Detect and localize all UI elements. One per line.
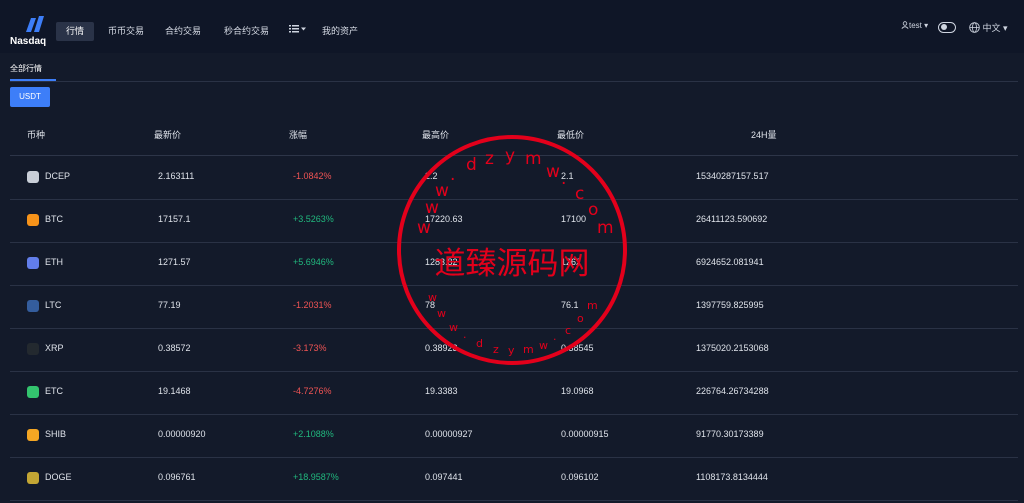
- nav-contract-trading[interactable]: 合约交易: [165, 22, 201, 41]
- cell-coin: ETH: [45, 257, 63, 267]
- table-row[interactable]: XRP 0.38572 -3.173% 0.38923 0.38545 1375020.2…: [10, 328, 1018, 372]
- tab-all-markets[interactable]: 全部行情: [10, 63, 42, 74]
- table-row[interactable]: SHIB 0.00000920 +2.1088% 0.00000927 0.000009…: [10, 414, 1018, 458]
- cell-coin: LTC: [45, 300, 62, 310]
- column-header-coin[interactable]: 币种: [27, 128, 45, 141]
- coin-xrp-icon: [27, 343, 39, 355]
- chevron-down-icon: ▾: [924, 21, 929, 30]
- cell-coin: ETC: [45, 386, 63, 396]
- cell-low: 0.096102: [561, 472, 599, 482]
- cell-high: 0.00000927: [425, 429, 473, 439]
- username: test: [909, 21, 922, 30]
- cell-change: -4.7276%: [293, 386, 332, 396]
- tab-divider: [10, 81, 1018, 82]
- language-label: 中文: [982, 23, 1001, 33]
- list-menu-icon: [289, 25, 306, 33]
- chevron-down-icon: ▾: [1003, 23, 1008, 33]
- user-icon: [901, 21, 909, 29]
- cell-low: 2.1: [561, 171, 574, 181]
- nav-my-assets[interactable]: 我的资产: [322, 22, 358, 41]
- table-row[interactable]: LTC 77.19 -1.2031% 78 76.1 1397759.825995: [10, 285, 1018, 329]
- coin-etc-icon: [27, 386, 39, 398]
- cell-volume: 1375020.2153068: [696, 343, 769, 353]
- cell-coin: DOGE: [45, 472, 72, 482]
- coin-ltc-icon: [27, 300, 39, 312]
- cell-high: 0.097441: [425, 472, 463, 482]
- cell-price: 1271.57: [158, 257, 191, 267]
- cell-price: 0.096761: [158, 472, 196, 482]
- cell-coin: SHIB: [45, 429, 67, 439]
- table-row[interactable]: BTC 17157.1 +3.5263% 17220.63 17100 26411123.…: [10, 199, 1018, 243]
- column-header-change[interactable]: 涨幅: [289, 128, 307, 141]
- cell-high: 2.2: [425, 171, 438, 181]
- cell-volume: 26411123.590692: [696, 214, 768, 224]
- usdt-filter-button[interactable]: USDT: [10, 87, 50, 107]
- cell-coin: XRP: [45, 343, 64, 353]
- column-header-volume[interactable]: 24H量: [751, 128, 777, 141]
- column-header-price[interactable]: 最新价: [154, 128, 181, 141]
- coin-dcep-icon: [27, 171, 39, 183]
- nav-market[interactable]: 行情: [56, 22, 95, 41]
- cell-change: +2.1088%: [293, 429, 334, 439]
- cell-volume: 15340287157.517: [696, 171, 769, 181]
- cell-change: -1.0842%: [293, 171, 332, 181]
- cell-high: 19.3383: [425, 386, 458, 396]
- cell-low: 1262: [561, 257, 582, 267]
- cell-change: +3.5263%: [293, 214, 334, 224]
- logo-text: Nasdaq: [10, 36, 47, 47]
- cell-low: 19.0968: [561, 386, 594, 396]
- brand-logo[interactable]: Nasdaq: [10, 14, 54, 47]
- cell-high: 17220.63: [425, 214, 463, 224]
- cell-price: 19.1468: [158, 386, 191, 396]
- cell-price: 77.19: [158, 300, 181, 310]
- cell-low: 0.38545: [561, 343, 594, 353]
- cell-price: 0.00000920: [158, 429, 206, 439]
- table-row[interactable]: ETC 19.1468 -4.7276% 19.3383 19.0968 226764.2…: [10, 371, 1018, 415]
- table-row[interactable]: ETH 1271.57 +5.6946% 1283.82 1262 6924652.081…: [10, 242, 1018, 286]
- table-row[interactable]: DCEP 2.163111 -1.0842% 2.2 2.1 15340287157.51…: [10, 156, 1018, 200]
- user-menu[interactable]: test ▾: [901, 21, 928, 30]
- column-header-low[interactable]: 最低价: [557, 128, 584, 141]
- cell-coin: BTC: [45, 214, 63, 224]
- cell-low: 17100: [561, 214, 587, 224]
- toggle-knob: [941, 24, 947, 30]
- cell-high: 78: [425, 300, 436, 310]
- column-header-high[interactable]: 最高价: [422, 128, 449, 141]
- coin-eth-icon: [27, 257, 39, 269]
- cell-low: 76.1: [561, 300, 579, 310]
- theme-toggle[interactable]: [938, 22, 956, 33]
- nasdaq-logo-icon: [26, 16, 44, 32]
- cell-price: 17157.1: [158, 214, 191, 224]
- cell-high: 0.38923: [425, 343, 458, 353]
- cell-coin: DCEP: [45, 171, 71, 181]
- cell-change: -1.2031%: [293, 300, 332, 310]
- cell-volume: 91770.30173389: [696, 429, 764, 439]
- cell-low: 0.00000915: [561, 429, 609, 439]
- cell-change: -3.173%: [293, 343, 327, 353]
- nav-spot-trading[interactable]: 币币交易: [108, 22, 144, 41]
- coin-shib-icon: [27, 429, 39, 441]
- coin-doge-icon: [27, 472, 39, 484]
- cell-volume: 226764.26734288: [696, 386, 769, 396]
- top-navbar: Nasdaq 行情 币币交易 合约交易 秒合约交易 我的资产 test ▾ 中文…: [0, 0, 1024, 53]
- coin-btc-icon: [27, 214, 39, 226]
- globe-icon: [969, 22, 980, 33]
- language-selector[interactable]: 中文 ▾: [969, 21, 1008, 34]
- more-menu-button[interactable]: [289, 21, 306, 40]
- table-row[interactable]: DOGE 0.096761 +18.9587% 0.097441 0.096102 110…: [10, 457, 1018, 501]
- cell-price: 0.38572: [158, 343, 191, 353]
- cell-change: +5.6946%: [293, 257, 334, 267]
- cell-volume: 6924652.081941: [696, 257, 764, 267]
- cell-volume: 1397759.825995: [696, 300, 764, 310]
- nav-second-contract[interactable]: 秒合约交易: [224, 22, 269, 41]
- cell-change: +18.9587%: [293, 472, 339, 482]
- cell-price: 2.163111: [158, 171, 195, 181]
- cell-high: 1283.82: [425, 257, 458, 267]
- cell-volume: 1108173.8134444: [696, 472, 768, 482]
